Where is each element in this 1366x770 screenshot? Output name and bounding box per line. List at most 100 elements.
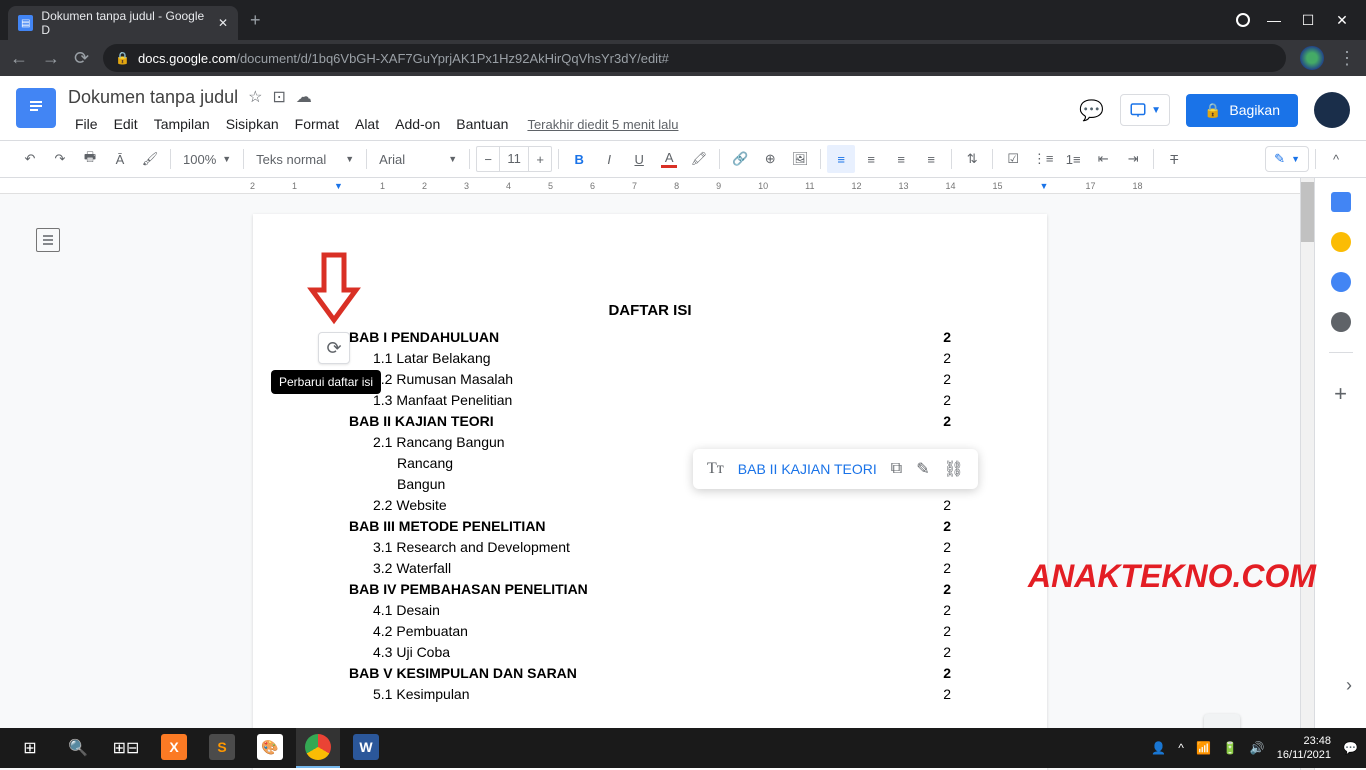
reload-button[interactable]: ⟳ [74,48,89,69]
toc-entry[interactable]: BAB IV PEMBAHASAN PENELITIAN2 [349,579,951,600]
insert-comment-button[interactable]: ⊕ [756,145,784,173]
align-left-button[interactable]: ≡ [827,145,855,173]
toc-entry[interactable]: 3.2 Waterfall2 [349,558,951,579]
edit-mode-button[interactable]: ✎▼ [1265,146,1309,172]
menu-help[interactable]: Bantuan [449,112,515,136]
close-button[interactable]: ✕ [1332,12,1352,29]
menu-tools[interactable]: Alat [348,112,386,136]
new-tab-button[interactable]: + [250,10,261,31]
bullet-list-button[interactable]: ⋮≡ [1029,145,1057,173]
calendar-icon[interactable] [1331,192,1351,212]
edit-link-icon[interactable]: ✎ [916,459,929,479]
link-popup-text[interactable]: BAB II KAJIAN TEORI [738,461,877,477]
decrease-indent-button[interactable]: ⇤ [1089,145,1117,173]
toc-entry[interactable]: 4.3 Uji Coba2 [349,642,951,663]
comments-icon[interactable]: 💬 [1079,98,1104,123]
battery-icon[interactable]: 🔋 [1223,741,1238,755]
font-dropdown[interactable]: Arial▼ [373,145,463,173]
docs-logo-icon[interactable] [16,88,56,128]
scrollbar[interactable] [1300,178,1314,770]
style-dropdown[interactable]: Teks normal▼ [250,145,360,173]
increase-indent-button[interactable]: ⇥ [1119,145,1147,173]
document-page[interactable]: ⟳ Perbarui daftar isi DAFTAR ISI BAB I P… [253,214,1047,770]
number-list-button[interactable]: 1≡ [1059,145,1087,173]
toc-entry[interactable]: 3.1 Research and Development2 [349,537,951,558]
toc-entry[interactable]: BAB III METODE PENELITIAN2 [349,516,951,537]
table-of-contents[interactable]: BAB I PENDAHULUAN21.1 Latar Belakang21.2… [349,327,951,705]
insert-link-button[interactable]: 🔗 [726,145,754,173]
browser-tab[interactable]: ▤ Dokumen tanpa judul - Google D ✕ [8,6,238,40]
move-icon[interactable]: ⊡ [272,87,285,107]
unlink-icon[interactable]: ⛓ [944,459,964,479]
last-edit-link[interactable]: Terakhir diedit 5 menit lalu [527,117,678,132]
toc-entry[interactable]: BAB V KESIMPULAN DAN SARAN2 [349,663,951,684]
zoom-dropdown[interactable]: 100%▼ [177,145,237,173]
insert-image-button[interactable]: 🖼 [786,145,814,173]
start-button[interactable]: ⊞ [8,728,52,768]
spellcheck-button[interactable]: Ā [106,145,134,173]
align-justify-button[interactable]: ≡ [917,145,945,173]
toc-entry[interactable]: 1.2 Rumusan Masalah2 [349,369,951,390]
notifications-icon[interactable]: 💬 [1343,741,1358,755]
align-center-button[interactable]: ≡ [857,145,885,173]
copy-link-icon[interactable]: ⧉ [891,460,902,478]
tray-expand-icon[interactable]: ^ [1178,741,1184,755]
menu-view[interactable]: Tampilan [147,112,217,136]
chrome-app[interactable] [296,728,340,768]
undo-button[interactable]: ↶ [16,145,44,173]
close-tab-icon[interactable]: ✕ [218,16,228,30]
print-button[interactable]: 🖶 [76,145,104,173]
search-button[interactable]: 🔍 [56,728,100,768]
paint-format-button[interactable]: 🖌 [136,145,164,173]
present-button[interactable]: ▼ [1120,94,1170,126]
wifi-icon[interactable]: 📶 [1196,741,1211,755]
document-title[interactable]: Dokumen tanpa judul [68,87,238,108]
toc-entry[interactable]: BAB I PENDAHULUAN2 [349,327,951,348]
people-icon[interactable]: 👤 [1151,741,1166,755]
cloud-status-icon[interactable]: ☁ [296,87,312,107]
clock[interactable]: 23:48 16/11/2021 [1277,734,1331,762]
toc-entry[interactable]: 4.2 Pembuatan2 [349,621,951,642]
task-view-button[interactable]: ⊞⊟ [104,728,148,768]
underline-button[interactable]: U [625,145,653,173]
forward-button[interactable]: → [42,48,60,69]
italic-button[interactable]: I [595,145,623,173]
toc-entry[interactable]: 4.1 Desain2 [349,600,951,621]
clear-format-button[interactable]: T [1160,145,1188,173]
tasks-icon[interactable] [1331,272,1351,292]
volume-icon[interactable]: 🔊 [1250,741,1265,755]
menu-format[interactable]: Format [288,112,346,136]
xampp-app[interactable]: X [152,728,196,768]
paint-app[interactable]: 🎨 [248,728,292,768]
toc-entry[interactable]: BAB II KAJIAN TEORI2 [349,411,951,432]
minimize-button[interactable]: — [1264,12,1284,28]
font-size-increase[interactable]: + [529,147,551,171]
extension-icon[interactable] [1300,46,1324,70]
font-size-value[interactable]: 11 [499,147,529,171]
refresh-toc-button[interactable]: ⟳ [318,332,350,364]
text-color-button[interactable]: A [655,145,683,173]
menu-file[interactable]: File [68,112,105,136]
url-input[interactable]: 🔒 docs.google.com/document/d/1bq6VbGH-XA… [103,44,1286,72]
star-icon[interactable]: ☆ [248,87,262,107]
menu-edit[interactable]: Edit [107,112,145,136]
browser-menu-icon[interactable]: ⋮ [1338,48,1356,69]
hide-menus-button[interactable]: ^ [1322,145,1350,173]
toc-entry[interactable]: 5.1 Kesimpulan2 [349,684,951,705]
maximize-button[interactable]: ☐ [1298,12,1318,29]
contacts-icon[interactable] [1331,312,1351,332]
toc-entry[interactable]: 1.3 Manfaat Penelitian2 [349,390,951,411]
share-button[interactable]: 🔒 Bagikan [1186,94,1298,127]
collapse-panel-icon[interactable]: › [1346,675,1352,696]
toc-entry[interactable]: 2.2 Website2 [349,495,951,516]
outline-toggle-button[interactable] [36,228,60,252]
checklist-button[interactable]: ☑ [999,145,1027,173]
back-button[interactable]: ← [10,48,28,69]
highlight-button[interactable]: 🖍 [685,145,713,173]
word-app[interactable]: W [344,728,388,768]
menu-addons[interactable]: Add-on [388,112,447,136]
menu-insert[interactable]: Sisipkan [219,112,286,136]
line-spacing-button[interactable]: ⇅ [958,145,986,173]
account-avatar[interactable] [1314,92,1350,128]
redo-button[interactable]: ↷ [46,145,74,173]
